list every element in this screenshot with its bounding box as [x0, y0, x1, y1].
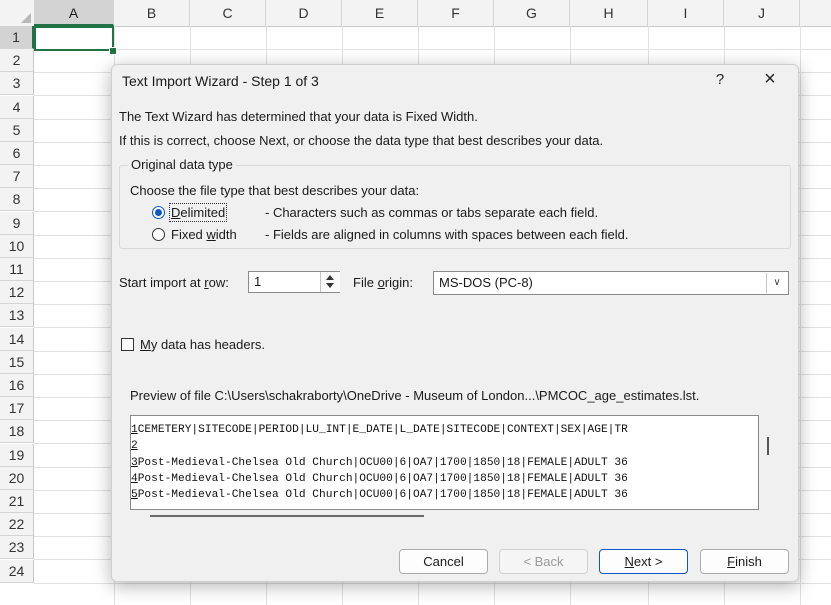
select-all-icon	[21, 13, 31, 23]
row-header[interactable]: 1	[0, 26, 34, 49]
preview-line: 5Post-Medieval-Chelsea Old Church|OCU00|…	[131, 489, 628, 501]
detected-type-text: The Text Wizard has determined that your…	[119, 109, 478, 124]
preview-pane[interactable]: 1CEMETERY|SITECODE|PERIOD|LU_INT|E_DATE|…	[130, 415, 759, 510]
row-gridline	[34, 582, 831, 584]
row-header[interactable]: 3	[0, 72, 34, 96]
column-header[interactable]: E	[342, 0, 418, 26]
column-header[interactable]: C	[190, 0, 266, 26]
headers-checkbox[interactable]	[121, 338, 134, 351]
fill-handle[interactable]	[109, 47, 117, 55]
close-icon[interactable]: ×	[758, 68, 782, 91]
next-button[interactable]: Next >	[599, 549, 688, 574]
cancel-button[interactable]: Cancel	[399, 549, 488, 574]
row-header[interactable]: 4	[0, 95, 34, 119]
back-button[interactable]: < Back	[499, 549, 588, 574]
delimited-radio[interactable]	[152, 206, 165, 219]
start-row-stepper[interactable]	[320, 272, 340, 292]
preview-file-label: Preview of file C:\Users\schakraborty\On…	[130, 388, 700, 403]
row-header[interactable]: 2	[0, 49, 34, 73]
preview-horizontal-scrollbar[interactable]	[150, 515, 424, 517]
spin-down-icon[interactable]	[326, 283, 334, 288]
fixed-width-description: - Fields are aligned in columns with spa…	[265, 227, 629, 242]
row-header[interactable]: 15	[0, 350, 34, 374]
preview-line: 2	[131, 440, 138, 452]
active-cell-a1[interactable]	[34, 26, 114, 51]
row-header[interactable]: 22	[0, 513, 34, 537]
instruction-text: If this is correct, choose Next, or choo…	[119, 133, 604, 148]
row-header[interactable]: 7	[0, 165, 34, 189]
text-import-wizard-dialog: Text Import Wizard - Step 1 of 3 ? × The…	[111, 64, 799, 582]
preview-line: 3Post-Medieval-Chelsea Old Church|OCU00|…	[131, 457, 628, 469]
file-origin-label: File origin:	[353, 275, 413, 290]
delimited-description: - Characters such as commas or tabs sepa…	[265, 205, 599, 220]
row-header[interactable]: 21	[0, 490, 34, 513]
column-header[interactable]: G	[494, 0, 570, 26]
row-header[interactable]: 9	[0, 211, 34, 235]
row-header[interactable]: 20	[0, 466, 34, 490]
group-label: Original data type	[128, 157, 236, 172]
column-header[interactable]: A	[34, 0, 114, 26]
finish-button[interactable]: Finish	[700, 549, 789, 574]
row-header[interactable]: 14	[0, 327, 34, 351]
preview-line: 4Post-Medieval-Chelsea Old Church|OCU00|…	[131, 473, 628, 485]
column-header[interactable]: J	[724, 0, 800, 26]
row-header[interactable]: 24	[0, 559, 34, 583]
choose-file-type-text: Choose the file type that best describes…	[130, 183, 420, 198]
row-header[interactable]: 17	[0, 397, 34, 421]
spin-up-icon[interactable]	[326, 275, 334, 280]
column-header[interactable]: F	[418, 0, 494, 26]
delimited-label[interactable]: Delimited	[168, 203, 228, 222]
row-gridline	[34, 49, 831, 50]
column-header[interactable]: H	[570, 0, 648, 26]
row-header[interactable]: 19	[0, 443, 34, 467]
dialog-title: Text Import Wizard - Step 1 of 3	[122, 73, 319, 89]
fixed-width-label[interactable]: Fixed width	[171, 227, 237, 242]
column-header[interactable]: B	[114, 0, 190, 26]
row-header[interactable]: 6	[0, 142, 34, 165]
file-origin-value: MS-DOS (PC-8)	[439, 275, 533, 290]
row-header[interactable]: 5	[0, 118, 34, 142]
select-all-corner[interactable]	[0, 0, 35, 26]
start-row-label: Start import at row:	[119, 275, 229, 290]
file-origin-select[interactable]: MS-DOS (PC-8) ∨	[433, 271, 789, 295]
preview-line: 1CEMETERY|SITECODE|PERIOD|LU_INT|E_DATE|…	[131, 424, 628, 436]
row-header[interactable]: 18	[0, 420, 34, 444]
headers-checkbox-label[interactable]: My data has headers.	[140, 337, 265, 352]
help-icon[interactable]: ?	[710, 71, 730, 88]
column-gridline	[800, 26, 801, 605]
column-header[interactable]: I	[648, 0, 724, 26]
preview-vertical-scrollbar[interactable]	[767, 437, 769, 455]
row-header[interactable]: 11	[0, 258, 34, 281]
row-header[interactable]: 8	[0, 188, 34, 212]
row-header[interactable]: 16	[0, 374, 34, 397]
fixed-width-radio[interactable]	[152, 228, 165, 241]
column-header[interactable]: D	[266, 0, 342, 26]
original-data-type-group: Original data type Choose the file type …	[119, 157, 791, 249]
chevron-down-icon[interactable]: ∨	[766, 273, 787, 293]
row-header[interactable]: 23	[0, 536, 34, 560]
row-header[interactable]: 12	[0, 281, 34, 305]
row-header[interactable]: 10	[0, 234, 34, 258]
row-header[interactable]: 13	[0, 304, 34, 328]
